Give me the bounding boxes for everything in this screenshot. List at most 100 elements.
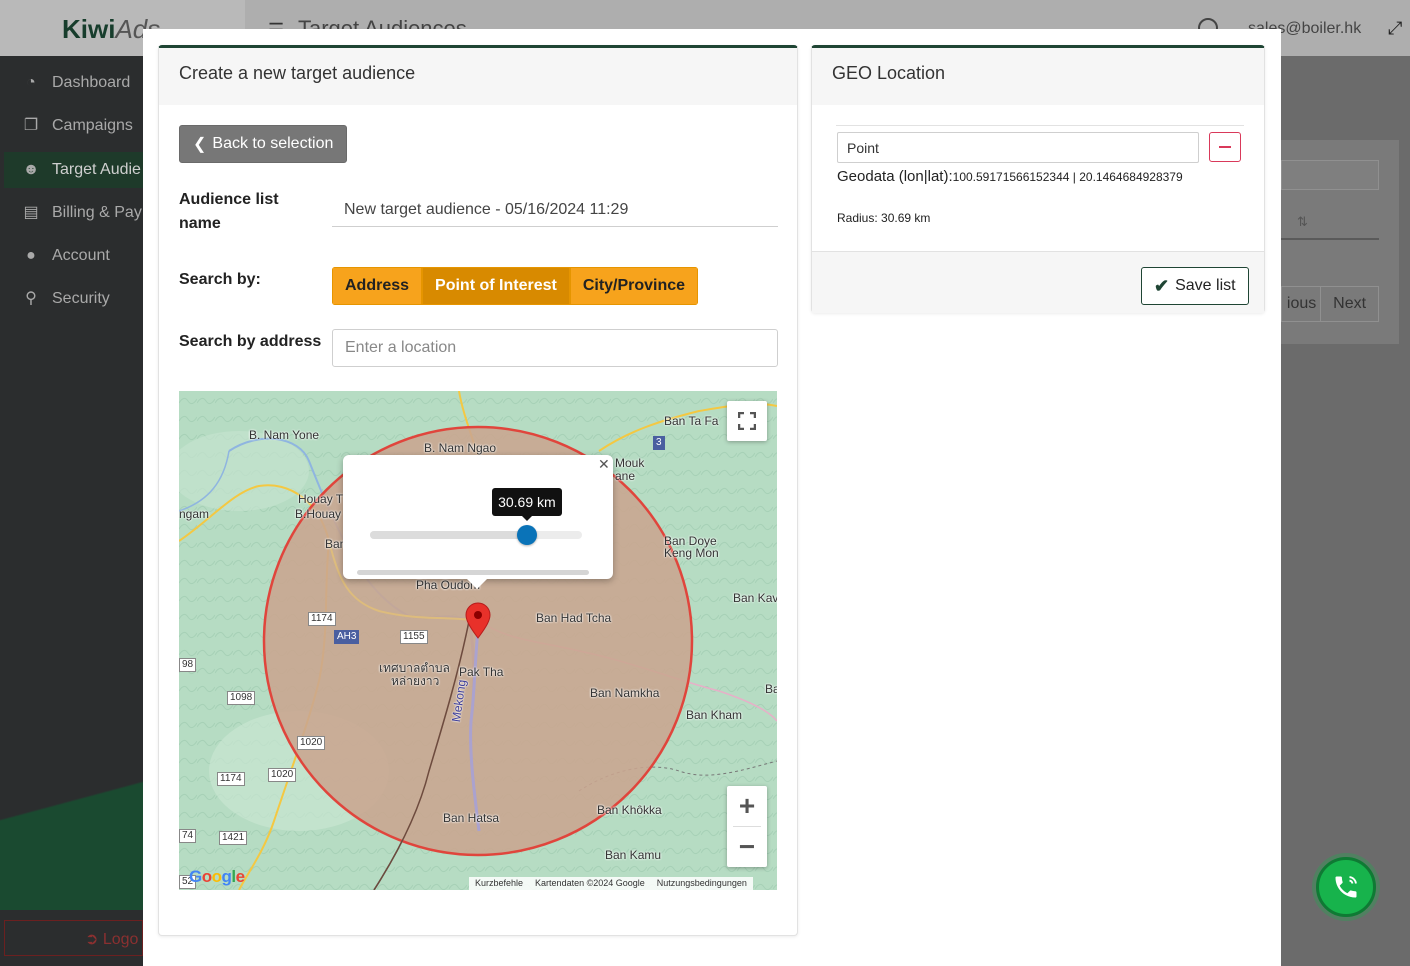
map-place-label: Keng Mon — [664, 546, 719, 560]
sidebar-item-account[interactable]: ● Account — [22, 247, 110, 265]
sidebar-item-security[interactable]: ⚲ Security — [22, 290, 110, 308]
radius-popup: ✕ 30.69 km — [343, 455, 613, 589]
pie-chart-icon: ◔ — [26, 74, 36, 91]
files-icon: ❐ — [23, 117, 39, 134]
map-terms-link[interactable]: Nutzungsbedingungen — [657, 877, 747, 890]
search-by-city-button[interactable]: City/Province — [569, 267, 699, 305]
geo-type-input[interactable] — [837, 132, 1199, 163]
geo-location-card: GEO Location Geodata (lon|lat):100.59171… — [811, 45, 1265, 313]
back-to-selection-button[interactable]: ❮ Back to selection — [179, 125, 348, 163]
map-fullscreen-button[interactable] — [727, 401, 767, 441]
close-icon[interactable]: ✕ — [598, 456, 610, 473]
user-icon: ● — [26, 247, 36, 264]
background-search-field[interactable] — [1281, 160, 1379, 190]
road-badge: 1155 — [400, 630, 428, 644]
search-by-label: Search by: — [179, 271, 261, 288]
minus-icon — [1219, 146, 1231, 148]
card-title: Create a new target audience — [159, 48, 797, 105]
map-place-label: Ban Ta Fa — [664, 414, 719, 428]
address-search-input[interactable] — [332, 329, 778, 367]
geo-divider — [836, 125, 1244, 126]
popup-scrollbar[interactable] — [357, 570, 589, 575]
sidebar-decoration — [0, 740, 143, 910]
road-badge: 1174 — [308, 612, 336, 626]
logout-button[interactable]: ➲ Logo — [4, 920, 143, 956]
sidebar-item-dashboard[interactable]: ◔ Dashboard — [22, 74, 130, 92]
key-icon: ⚲ — [25, 290, 37, 307]
audience-name-input[interactable] — [332, 193, 778, 227]
map-place-label: B.Houay — [295, 507, 342, 521]
create-audience-card: Create a new target audience ❮ Back to s… — [158, 45, 798, 936]
road-badge: AH3 — [334, 630, 360, 644]
map-zoom-controls: + − — [727, 786, 767, 867]
logout-icon: ➲ — [85, 931, 99, 948]
google-logo: Google — [189, 867, 245, 886]
pagination: ious Next — [1281, 286, 1379, 322]
radius-slider-fill — [370, 531, 527, 539]
plus-icon: + — [738, 790, 756, 821]
map-place-label: ane — [615, 469, 636, 483]
geo-card-footer: ✔ Save list — [812, 251, 1264, 313]
map[interactable]: B. Nam Yone B. Nam Ngao Ban Ta Fa Mouk a… — [179, 391, 777, 890]
road-badge: 1174 — [217, 772, 245, 786]
map-place-label: Ban Namkha — [590, 686, 660, 700]
map-place-label: Ban Khôkka — [597, 803, 662, 817]
fullscreen-icon — [738, 412, 756, 430]
road-badge: 1421 — [219, 831, 248, 845]
users-icon: ☻ — [22, 161, 40, 178]
map-attribution: Kurzbefehle Kartendaten ©2024 Google Nut… — [469, 877, 753, 890]
phone-icon — [1335, 876, 1357, 898]
sidebar-item-campaigns[interactable]: ❐ Campaigns — [22, 117, 133, 135]
check-icon: ✔ — [1154, 275, 1170, 296]
save-list-button[interactable]: ✔ Save list — [1141, 267, 1249, 305]
search-by-poi-button[interactable]: Point of Interest — [422, 267, 570, 305]
credit-card-icon: ▤ — [23, 204, 39, 221]
zoom-out-button[interactable]: − — [727, 827, 767, 867]
table-header-divider — [1281, 238, 1379, 240]
map-place-label: Pak Tha — [459, 665, 504, 679]
audience-name-label: Audience list name — [179, 191, 279, 232]
geo-card-title: GEO Location — [812, 48, 1264, 105]
map-place-label: Ban Kamu — [605, 848, 662, 862]
road-badge: 1098 — [227, 691, 256, 705]
map-shortcuts-link[interactable]: Kurzbefehle — [475, 877, 523, 890]
pagination-next[interactable]: Next — [1321, 287, 1378, 321]
radius-slider-handle[interactable] — [516, 525, 537, 545]
sidebar-item-billing[interactable]: ▤ Billing & Pay — [22, 204, 141, 222]
map-place-label: B. Nam Yone — [249, 428, 320, 442]
sort-icon[interactable]: ⇅ — [1297, 214, 1308, 230]
fullscreen-icon[interactable]: ⤢ — [1388, 18, 1402, 39]
zoom-in-button[interactable]: + — [727, 786, 767, 826]
pagination-previous[interactable]: ious — [1282, 287, 1322, 321]
map-place-label: Houay T — [298, 492, 344, 506]
geodata-value: 100.59171566152344 | 20.1464684928379 — [952, 170, 1183, 184]
map-place-label: Ban Kham — [686, 708, 743, 722]
geodata-text: Geodata (lon|lat):100.59171566152344 | 2… — [837, 168, 1183, 185]
radius-tooltip: 30.69 km — [491, 488, 562, 521]
map-place-label: Ban Had Tcha — [536, 611, 612, 625]
map-place-label: Ba — [765, 682, 777, 696]
geodata-label: Geodata (lon|lat): — [837, 168, 953, 185]
map-place-label: Ban Kav — [733, 591, 777, 605]
road-badge: 1020 — [297, 736, 326, 750]
road-badge: 3 — [653, 436, 665, 450]
search-by-address-button[interactable]: Address — [332, 267, 423, 305]
radius-slider[interactable] — [370, 531, 582, 539]
search-address-label: Search by address — [179, 333, 322, 350]
minus-icon: − — [738, 831, 756, 862]
search-by-toggle: Address Point of Interest City/Province — [332, 267, 699, 305]
map-data-credit: Kartendaten ©2024 Google — [535, 878, 645, 888]
call-button[interactable] — [1316, 857, 1376, 917]
map-place-label: Mouk — [615, 456, 645, 470]
road-badge: 1020 — [268, 768, 297, 782]
radius-text: Radius: 30.69 km — [837, 211, 931, 225]
chevron-left-icon: ❮ — [193, 136, 207, 153]
map-place-label: B. Nam Ngao — [424, 441, 497, 455]
map-place-label: หล่ายงาว — [391, 674, 440, 688]
road-badge: 98 — [179, 658, 197, 672]
remove-location-button[interactable] — [1209, 132, 1241, 162]
map-place-label: ngam — [179, 507, 210, 521]
map-place-label: Ban Hatsa — [443, 811, 500, 825]
sidebar-item-target-audiences[interactable]: ☻ Target Audie — [4, 152, 145, 188]
road-badge: 74 — [179, 829, 197, 843]
